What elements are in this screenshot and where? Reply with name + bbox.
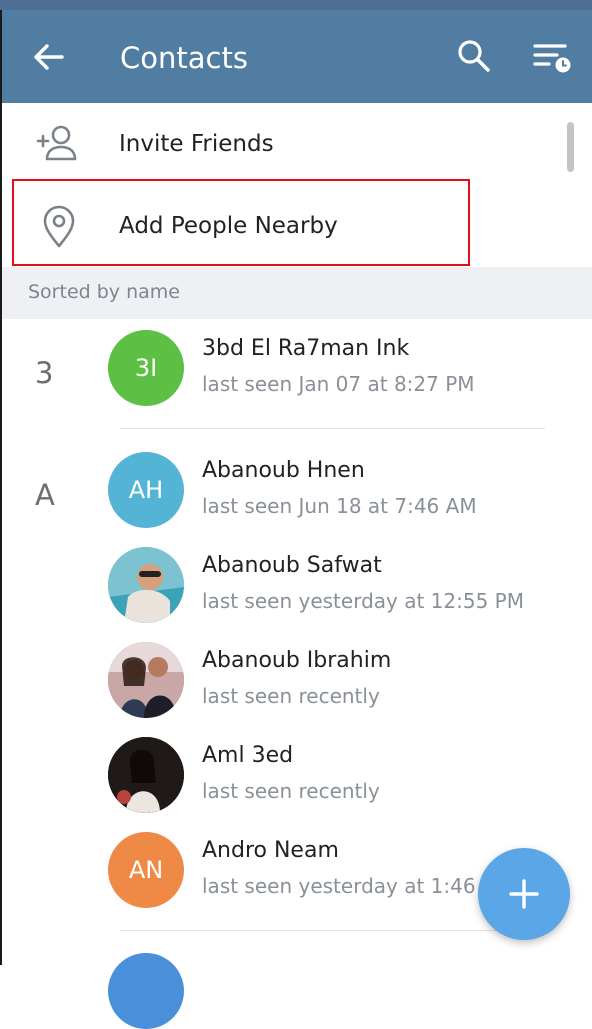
contact-status: last seen recently bbox=[202, 684, 380, 708]
contact-name: Abanoub Ibrahim bbox=[202, 648, 392, 673]
avatar-photo bbox=[108, 737, 184, 813]
avatar: 3I bbox=[108, 330, 184, 406]
plus-icon bbox=[509, 879, 539, 909]
back-arrow-icon[interactable] bbox=[32, 40, 66, 74]
avatar: AN bbox=[108, 832, 184, 908]
avatar-photo bbox=[108, 642, 184, 718]
sort-by-time-icon[interactable] bbox=[532, 40, 576, 76]
contact-name: Abanoub Safwat bbox=[202, 553, 382, 578]
contact-name: 3bd El Ra7man Ink bbox=[202, 336, 410, 361]
sorted-by-label: Sorted by name bbox=[28, 281, 180, 303]
avatar: AH bbox=[108, 452, 184, 528]
invite-friends-row[interactable]: Invite Friends bbox=[2, 103, 592, 187]
contact-row[interactable]: 3I 3bd El Ra7man Ink last seen Jan 07 at… bbox=[2, 330, 592, 425]
avatar bbox=[108, 953, 184, 1029]
add-contact-button[interactable] bbox=[478, 848, 570, 940]
contact-status: last seen Jun 18 at 7:46 AM bbox=[202, 494, 477, 518]
contact-name: Abanoub Hnen bbox=[202, 458, 365, 483]
avatar-photo bbox=[108, 547, 184, 623]
section-header: Sorted by name bbox=[2, 267, 592, 319]
contact-name: Aml 3ed bbox=[202, 743, 294, 768]
scrollbar-thumb[interactable] bbox=[567, 122, 574, 172]
invite-friends-label: Invite Friends bbox=[119, 131, 274, 157]
contact-status: last seen recently bbox=[202, 779, 380, 803]
divider bbox=[120, 930, 545, 931]
contact-status: last seen Jan 07 at 8:27 PM bbox=[202, 372, 475, 396]
search-icon[interactable] bbox=[456, 38, 492, 74]
contact-row[interactable]: Abanoub Safwat last seen yesterday at 12… bbox=[2, 547, 592, 642]
highlight-box bbox=[12, 179, 470, 266]
contact-row[interactable]: AH Abanoub Hnen last seen Jun 18 at 7:46… bbox=[2, 452, 592, 547]
contact-row[interactable]: Abanoub Ibrahim last seen recently bbox=[2, 642, 592, 737]
contact-row[interactable]: Aml 3ed last seen recently bbox=[2, 737, 592, 832]
contact-status: last seen yesterday at 12:55 PM bbox=[202, 589, 524, 613]
app-toolbar: Contacts bbox=[2, 10, 592, 103]
contact-status: last seen yesterday at 1:46 PM bbox=[202, 874, 512, 898]
add-user-icon bbox=[34, 120, 84, 170]
contact-name: Andro Neam bbox=[202, 838, 339, 863]
divider bbox=[120, 428, 545, 429]
status-bar bbox=[0, 0, 592, 10]
page-title: Contacts bbox=[120, 41, 248, 75]
